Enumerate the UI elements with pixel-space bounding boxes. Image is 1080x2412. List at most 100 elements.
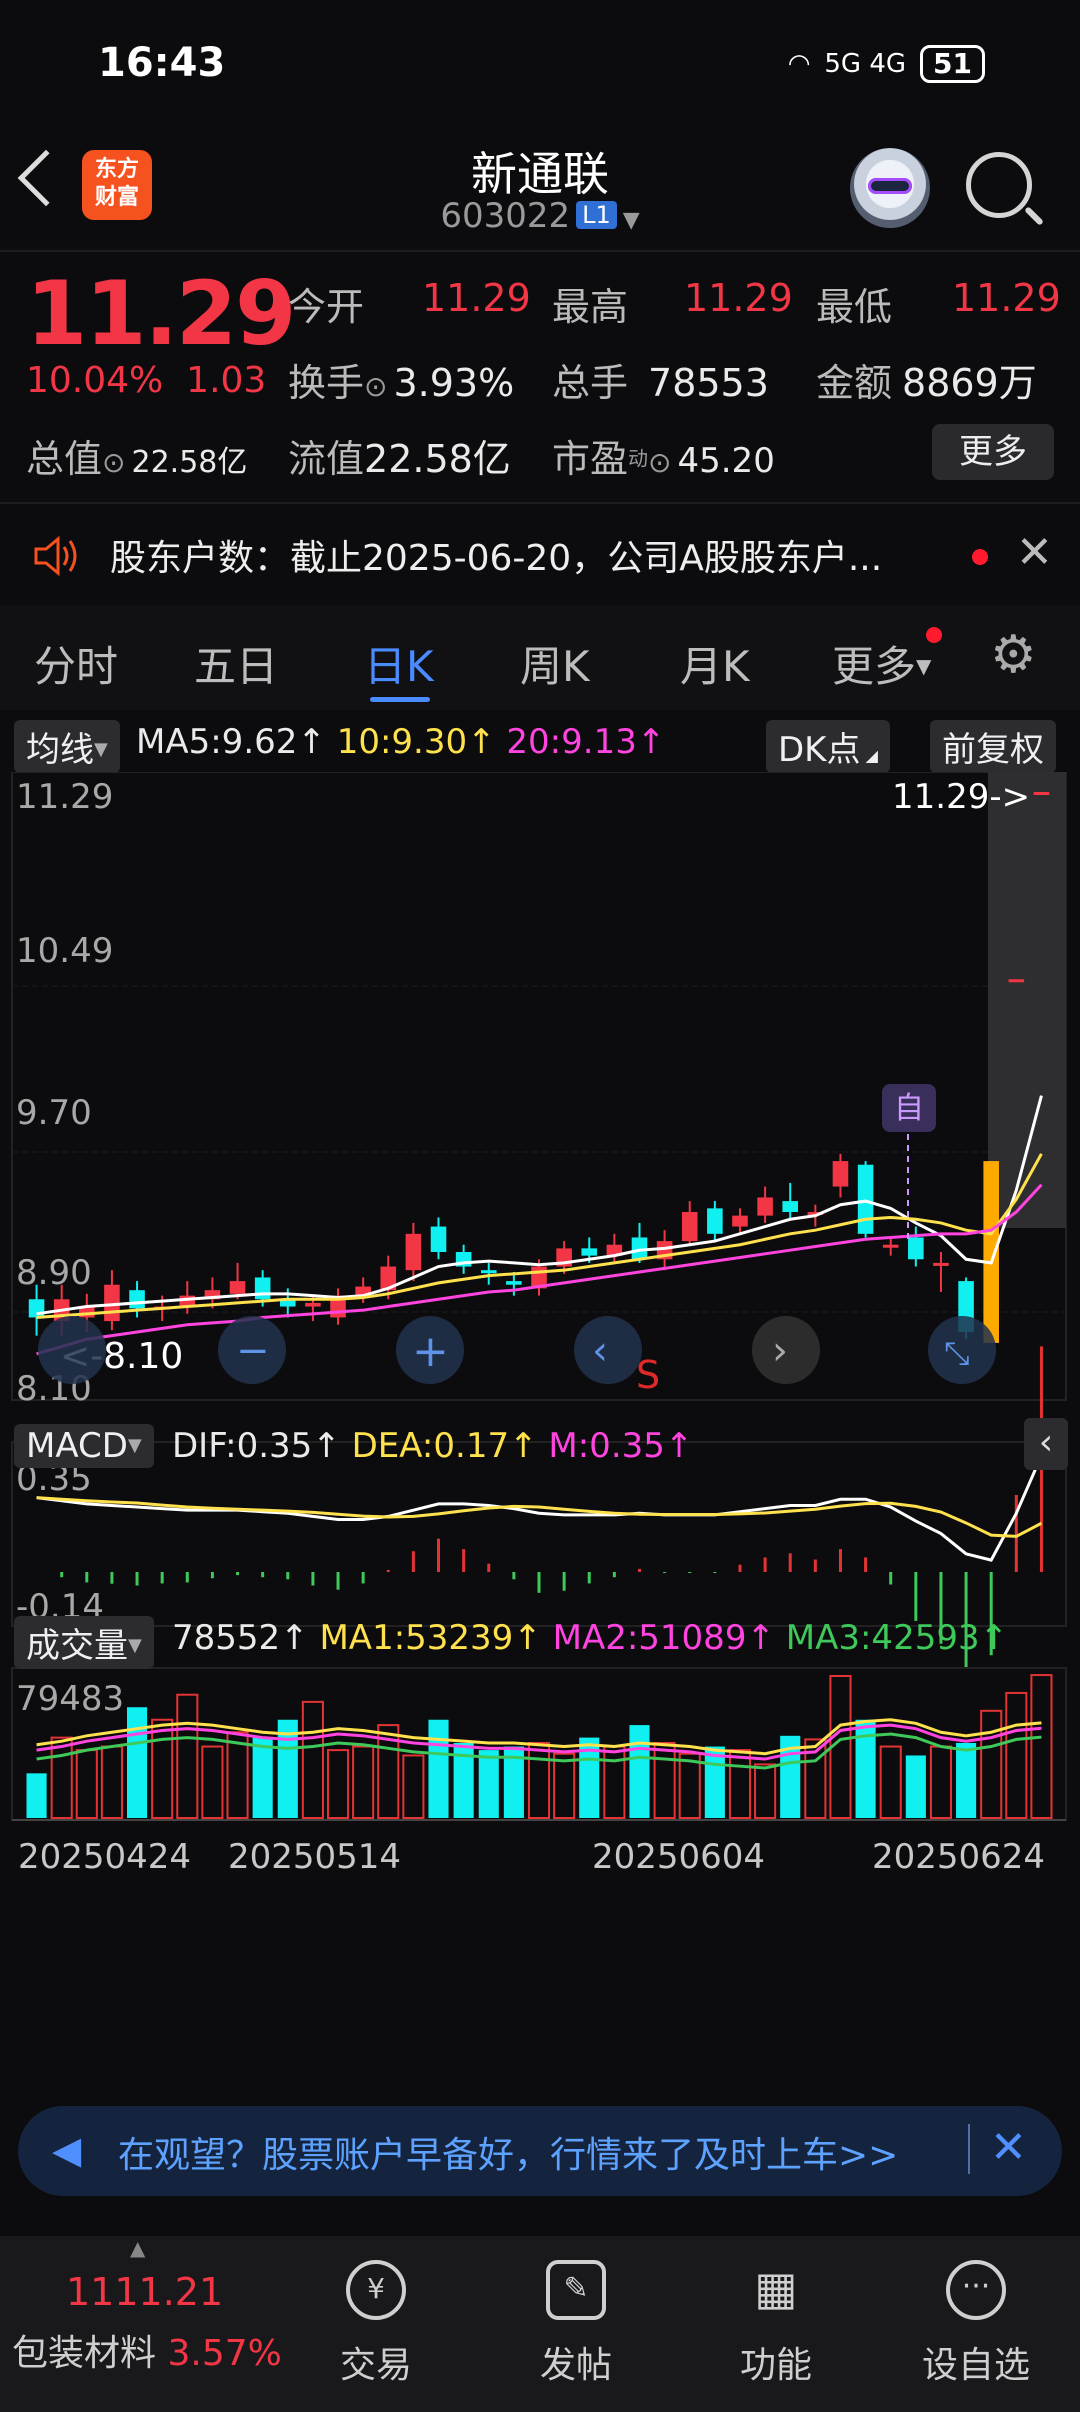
chevron-down-icon: ▼	[916, 654, 932, 678]
unread-dot	[972, 549, 988, 565]
price-tick-3: 9.70	[16, 1093, 92, 1133]
tab-monthly-k[interactable]: 月K	[680, 633, 750, 694]
info-icon: ⊙	[102, 446, 126, 479]
macd-legend: DIF:0.35↑ DEA:0.17↑ M:0.35↑	[172, 1426, 694, 1466]
promo-text: 在观望？股票账户早备好，行情来了及时上车>>	[118, 2135, 899, 2176]
close-icon[interactable]: ✕	[1016, 527, 1053, 578]
signal-icon: 5G 4G	[824, 49, 907, 79]
candle-body	[757, 1197, 773, 1216]
status-time: 16:43	[98, 40, 226, 86]
assistant-robot-icon[interactable]	[850, 148, 930, 228]
period-tabs: 分时 五日 日K 周K 月K 更多▼ ⚙	[0, 605, 1080, 710]
macd-select[interactable]: MACD▼	[14, 1424, 154, 1468]
candle-body	[857, 1164, 874, 1234]
tab-intraday[interactable]: 分时	[34, 633, 118, 694]
notice-bar[interactable]: 股东户数：截止2025-06-20，公司A股股东户... ✕	[0, 505, 1080, 605]
divider	[0, 502, 1080, 504]
battery-icon: 51	[920, 45, 985, 83]
candle-body	[1033, 792, 1050, 795]
candle-body	[1008, 979, 1025, 983]
unread-dot	[926, 627, 942, 643]
low-field: 最低 11.29	[816, 276, 1061, 329]
last-price: 11.29	[26, 262, 296, 365]
post-button[interactable]: ✎ 发帖	[506, 2260, 646, 2388]
speaker-icon	[34, 535, 77, 577]
candle-body	[430, 1226, 447, 1252]
candle-body	[681, 1212, 698, 1242]
more-dots-icon: ···	[946, 2260, 1006, 2320]
chart-highlight-block	[988, 772, 1066, 1228]
chart-canvas: 11.29 10.49 9.70 8.90 8.10 11.29-> <-8.1…	[11, 772, 1067, 1877]
functions-button[interactable]: ▦ 功能	[706, 2260, 846, 2388]
kline-chart: 均线▼ MA5:9.62↑ 10:9.30↑ 20:9.13↑ DK点 ◢ 前复…	[0, 712, 1080, 2092]
ma-legend: MA5:9.62↑ 10:9.30↑ 20:9.13↑	[136, 722, 666, 762]
dk-point-toggle[interactable]: DK点 ◢	[766, 720, 890, 773]
candle-body	[581, 1248, 598, 1256]
notice-text: 股东户数：截止2025-06-20，公司A股股东户...	[110, 538, 883, 579]
open-field: 今开 11.29	[288, 276, 531, 329]
svg-text:−: −	[236, 1328, 270, 1374]
volume-select[interactable]: 成交量▼	[14, 1616, 154, 1669]
stock-header: 东方 财富 新通联 603022 L1 ▼	[0, 130, 1080, 250]
max-price-marker: 11.29->	[892, 777, 1030, 817]
trade-button[interactable]: ¥ 交易	[306, 2260, 446, 2388]
gear-icon[interactable]: ⚙	[990, 625, 1037, 685]
candle-body	[732, 1215, 748, 1227]
tab-weekly-k[interactable]: 周K	[520, 633, 590, 694]
add-watchlist-button[interactable]: ··· 设自选	[906, 2260, 1046, 2388]
close-icon[interactable]: ✕	[990, 2122, 1027, 2173]
volume-bar	[26, 1773, 47, 1818]
svg-text:›: ›	[772, 1328, 788, 1374]
grid-icon: ▦	[754, 2261, 798, 2315]
megaphone-icon: ◀	[52, 2128, 82, 2172]
yen-icon: ¥	[346, 2260, 406, 2320]
chevron-down-icon: ▼	[622, 208, 640, 233]
pe-field: 市盈动⊙ 45.20	[552, 437, 775, 481]
volume-bar	[629, 1725, 650, 1818]
candle-body	[28, 1299, 45, 1318]
volume-bar	[478, 1750, 499, 1818]
candle-body	[405, 1233, 422, 1271]
amount-field: 金额 8869万	[816, 361, 1037, 405]
status-icons: ◠ 5G 4G 51	[788, 45, 985, 83]
wifi-icon: ◠	[787, 49, 811, 79]
turnover-field: 换手⊙ 3.93%	[288, 361, 515, 405]
ma-indicator-select[interactable]: 均线▼	[14, 720, 120, 773]
more-button[interactable]: 更多	[932, 424, 1054, 480]
status-bar: 16:43 ◠ 5G 4G 51	[0, 0, 1080, 130]
candle-body	[129, 1290, 145, 1309]
total-cap-field: 总值⊙ 22.58亿	[26, 437, 248, 481]
candle-body	[707, 1208, 723, 1234]
date-tick-1: 20250424	[18, 1837, 191, 1877]
adjust-select[interactable]: 前复权	[930, 720, 1056, 773]
price-change: 10.04% 1.03	[26, 360, 267, 401]
price-tick-2: 10.49	[16, 931, 113, 971]
candle-body	[983, 1161, 999, 1343]
svg-text:⤡: ⤡	[944, 1334, 970, 1372]
candle-body	[480, 1270, 497, 1274]
volume-bar	[428, 1719, 449, 1818]
candle-body	[908, 1237, 924, 1260]
tab-more[interactable]: 更多▼	[832, 633, 931, 694]
collapse-panel-icon[interactable]: ‹	[1024, 1418, 1068, 1470]
industry-index[interactable]: ▲ 1111.21 包装材料 3.57%	[0, 2236, 282, 2412]
svg-text:‹: ‹	[592, 1328, 608, 1374]
info-icon: ⊙	[648, 446, 672, 479]
tab-five-day[interactable]: 五日	[194, 633, 278, 694]
divider	[968, 2124, 970, 2174]
candle-body	[882, 1244, 899, 1248]
candle-body	[254, 1277, 271, 1300]
float-cap-field: 流值22.58亿	[288, 437, 511, 481]
svg-text:+: +	[412, 1326, 449, 1377]
volume-bar	[956, 1742, 977, 1818]
candle-body	[782, 1201, 799, 1212]
volume-bar	[252, 1737, 273, 1818]
edit-icon: ✎	[546, 2260, 606, 2320]
candle-body	[506, 1281, 522, 1285]
date-tick-3: 20250604	[592, 1837, 765, 1877]
promo-banner[interactable]: ◀ 在观望？股票账户早备好，行情来了及时上车>> ✕	[18, 2106, 1062, 2196]
tab-daily-k[interactable]: 日K	[364, 633, 434, 694]
search-icon[interactable]	[966, 152, 1032, 218]
bottom-nav: ▲ 1111.21 包装材料 3.57% ¥ 交易 ✎ 发帖 ▦ 功能 ··· …	[0, 2236, 1080, 2412]
level-badge: L1	[576, 201, 617, 229]
